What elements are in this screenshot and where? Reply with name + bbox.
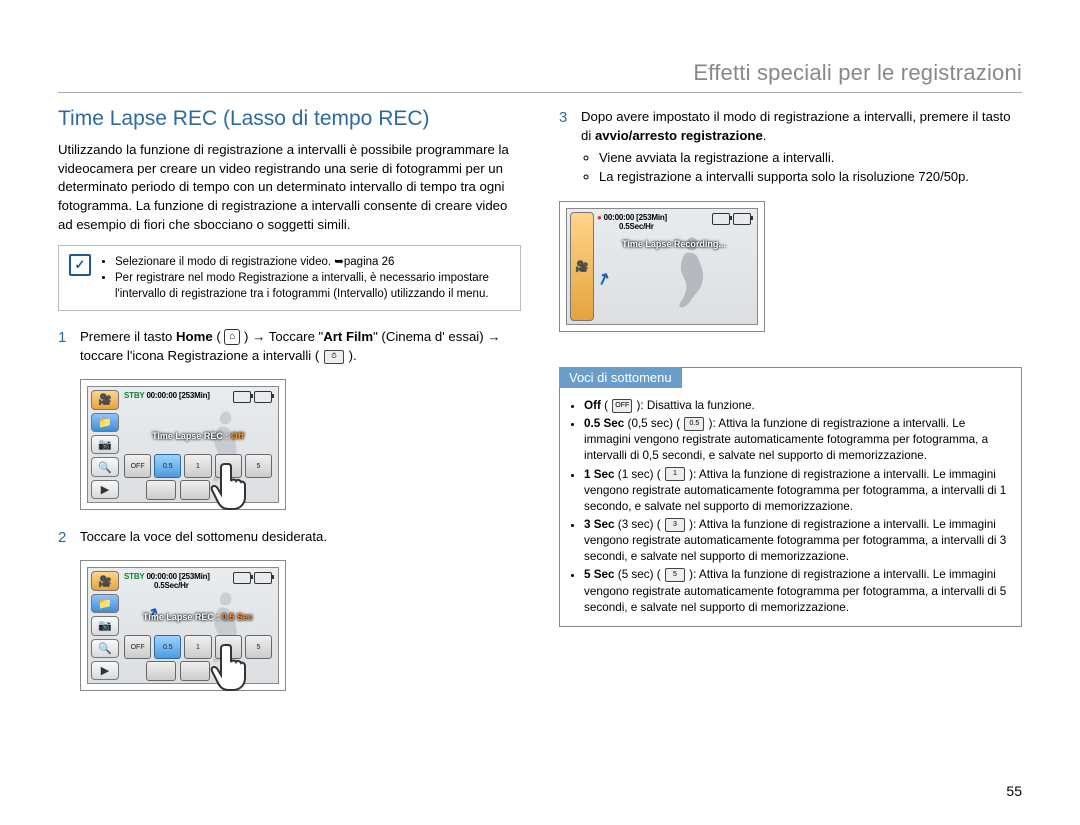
page-header: Effetti speciali per le registrazioni	[58, 60, 1022, 86]
step-text: Dopo avere impostato il modo di registra…	[581, 109, 1011, 143]
bullet-item: La registrazione a intervalli supporta s…	[599, 168, 1022, 187]
right-column: 3 Dopo avere impostato il modo di regist…	[559, 107, 1022, 708]
lcd-play-icon: ▶	[91, 661, 119, 680]
lcd-camera-icon: 📷	[91, 435, 119, 454]
lcd-battery-icon	[712, 213, 751, 225]
timelapse-icon: ⏱	[324, 350, 344, 364]
bullet-item: Viene avviata la registrazione a interva…	[599, 149, 1022, 168]
submenu-item: 1 Sec (1 sec) ( 1 ): Attiva la funzione …	[584, 467, 1011, 515]
screenshot-3: 🎥 ● 00:00:00 [253Min] 0.5Sec/Hr ↗ Time L…	[559, 201, 765, 332]
step-number: 2	[58, 527, 66, 549]
note-item: Per registrare nel modo Registrazione a …	[115, 270, 510, 302]
left-column: Time Lapse REC (Lasso di tempo REC) Util…	[58, 107, 521, 708]
arrow-icon: ↗	[594, 267, 613, 290]
interval-icon: 3	[665, 518, 685, 532]
submenu-box: Voci di sottomenu Off ( OFF ): Disattiva…	[559, 367, 1022, 627]
step-number: 3	[559, 107, 567, 129]
hand-pointer-icon	[208, 459, 258, 514]
lcd-overlay: Time Lapse Recording...	[597, 239, 751, 249]
interval-icon: 5	[665, 568, 685, 582]
page-number: 55	[1006, 783, 1022, 799]
intro-paragraph: Utilizzando la funzione di registrazione…	[58, 141, 521, 235]
submenu-item: Off ( OFF ): Disattiva la funzione.	[584, 398, 1011, 414]
lcd-opt: 0.5	[154, 635, 181, 659]
lcd-video-mode-icon: 🎥	[91, 571, 119, 590]
submenu-item: 0.5 Sec (0,5 sec) ( 0.5 ): Attiva la fun…	[584, 416, 1011, 464]
divider	[58, 92, 1022, 93]
step-text: Toccare la voce del sottomenu desiderata…	[80, 529, 327, 544]
lcd-battery-icon	[233, 572, 272, 584]
section-title: Time Lapse REC (Lasso di tempo REC)	[58, 107, 521, 131]
lcd-folder-icon: 📁	[91, 594, 119, 613]
lcd-status: ● 00:00:00 [253Min] 0.5Sec/Hr	[597, 213, 667, 231]
lcd-zoom-icon: 🔍	[91, 457, 119, 476]
interval-icon: 1	[665, 467, 685, 481]
note-list: Selezionare il modo di registrazione vid…	[99, 254, 510, 302]
lcd-status: STBY 00:00:00 [253Min]	[124, 391, 210, 400]
interval-icon: 0.5	[684, 417, 704, 431]
step-2: 2 Toccare la voce del sottomenu desidera…	[58, 527, 521, 546]
step-number: 1	[58, 327, 66, 349]
off-icon: OFF	[612, 399, 632, 413]
step-1: 1 Premere il tasto Home ( ⌂ ) → Toccare …	[58, 327, 521, 365]
lcd-opt: OFF	[124, 454, 151, 478]
lcd-video-mode-icon: 🎥	[570, 212, 594, 321]
screenshot-2: 🎥 📁 📷 🔍 ▶ STBY 00:00:00 [253Min] 0.5Sec/…	[80, 560, 286, 691]
note-box: ✓ Selezionare il modo di registrazione v…	[58, 245, 521, 311]
note-icon: ✓	[69, 254, 91, 276]
lcd-overlay: Time Lapse REC : Off	[124, 431, 272, 441]
submenu-item: 5 Sec (5 sec) ( 5 ): Attiva la funzione …	[584, 567, 1011, 615]
lcd-video-mode-icon: 🎥	[91, 390, 119, 409]
step-3: 3 Dopo avere impostato il modo di regist…	[559, 107, 1022, 187]
lcd-camera-icon: 📷	[91, 616, 119, 635]
lcd-zoom-icon: 🔍	[91, 639, 119, 658]
lcd-folder-icon: 📁	[91, 413, 119, 432]
hand-pointer-icon	[208, 640, 258, 695]
step-3-bullets: Viene avviata la registrazione a interva…	[581, 149, 1022, 187]
lcd-play-icon: ▶	[91, 480, 119, 499]
lcd-overlay: Time Lapse REC : 0.5 Sec	[124, 612, 272, 622]
lcd-battery-icon	[233, 391, 272, 403]
screenshot-1: 🎥 📁 📷 🔍 ▶ STBY 00:00:00 [253Min] Time La…	[80, 379, 286, 510]
note-item: Selezionare il modo di registrazione vid…	[115, 254, 510, 270]
submenu-item: 3 Sec (3 sec) ( 3 ): Attiva la funzione …	[584, 517, 1011, 565]
submenu-heading: Voci di sottomenu	[559, 367, 682, 388]
submenu-list: Off ( OFF ): Disattiva la funzione. 0.5 …	[570, 398, 1011, 616]
lcd-opt: 0.5	[154, 454, 181, 478]
home-icon: ⌂	[224, 329, 240, 345]
lcd-opt: OFF	[124, 635, 151, 659]
step-text: Premere il tasto Home ( ⌂ ) → Toccare "A…	[80, 329, 500, 363]
